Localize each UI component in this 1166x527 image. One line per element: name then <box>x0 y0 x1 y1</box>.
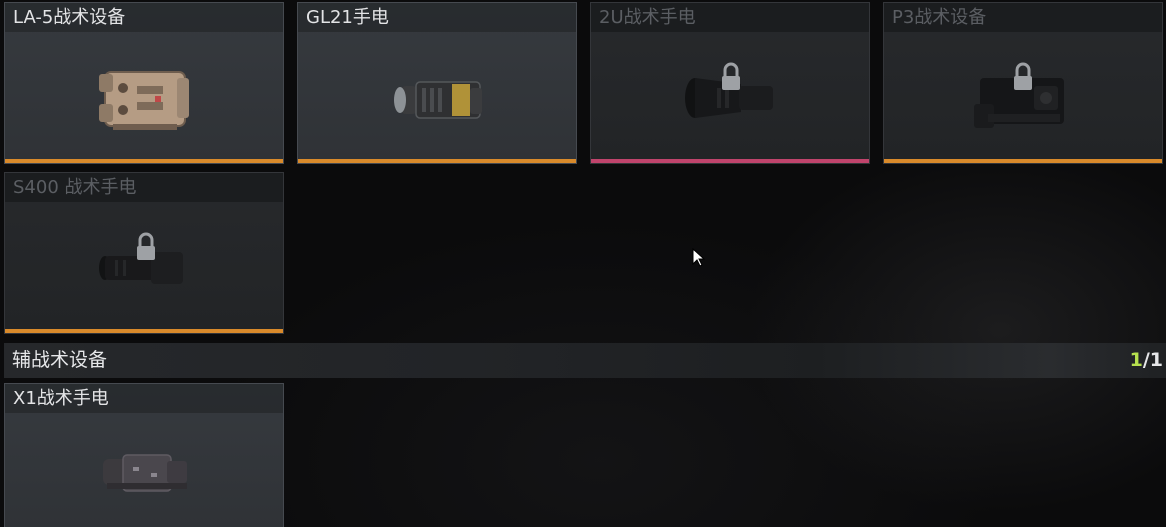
x1-flashlight-icon <box>5 413 283 527</box>
attachment-card-p3[interactable]: P3战术设备 <box>883 2 1163 164</box>
slot-count-separator: / <box>1142 349 1150 371</box>
mouse-cursor-icon <box>692 247 706 272</box>
attachment-card-s400[interactable]: S400 战术手电 <box>4 172 284 334</box>
lock-icon <box>1014 62 1032 90</box>
gl21-flashlight-icon <box>298 32 576 159</box>
rarity-bar <box>5 329 283 333</box>
slot-count-current: 1 <box>1129 349 1143 371</box>
card-name: LA-5战术设备 <box>13 7 126 28</box>
lock-icon <box>137 232 155 260</box>
rarity-bar <box>5 159 283 163</box>
rarity-bar <box>884 159 1162 163</box>
slot-count: 1/1 <box>1130 349 1163 372</box>
attachment-selection-panel: LA-5战术设备 GL21手电 2U战术手电 P3战术设备 S400 战术手电 … <box>0 0 1166 527</box>
p3-tactical-device-icon <box>884 32 1162 159</box>
secondary-tactical-section-header: 辅战术设备 1/1 <box>4 343 1166 378</box>
attachment-card-x1[interactable]: X1战术手电 <box>4 383 284 527</box>
lock-icon <box>722 62 740 90</box>
card-name: GL21手电 <box>306 7 389 28</box>
card-name: S400 战术手电 <box>13 177 137 198</box>
s400-flashlight-icon <box>5 202 283 329</box>
card-header: GL21手电 <box>298 3 576 32</box>
attachment-card-la5[interactable]: LA-5战术设备 <box>4 2 284 164</box>
card-header: 2U战术手电 <box>591 3 869 32</box>
section-title: 辅战术设备 <box>12 349 108 371</box>
card-name: X1战术手电 <box>13 388 109 409</box>
slot-count-total: 1 <box>1149 349 1163 371</box>
card-header: LA-5战术设备 <box>5 3 283 32</box>
card-header: X1战术手电 <box>5 384 283 413</box>
card-name: P3战术设备 <box>892 7 987 28</box>
rarity-bar <box>298 159 576 163</box>
la5-laser-module-icon <box>5 32 283 159</box>
attachment-card-2u[interactable]: 2U战术手电 <box>590 2 870 164</box>
card-header: P3战术设备 <box>884 3 1162 32</box>
rarity-bar <box>591 159 869 163</box>
attachment-card-gl21[interactable]: GL21手电 <box>297 2 577 164</box>
card-name: 2U战术手电 <box>599 7 696 28</box>
2u-flashlight-icon <box>591 32 869 159</box>
card-header: S400 战术手电 <box>5 173 283 202</box>
